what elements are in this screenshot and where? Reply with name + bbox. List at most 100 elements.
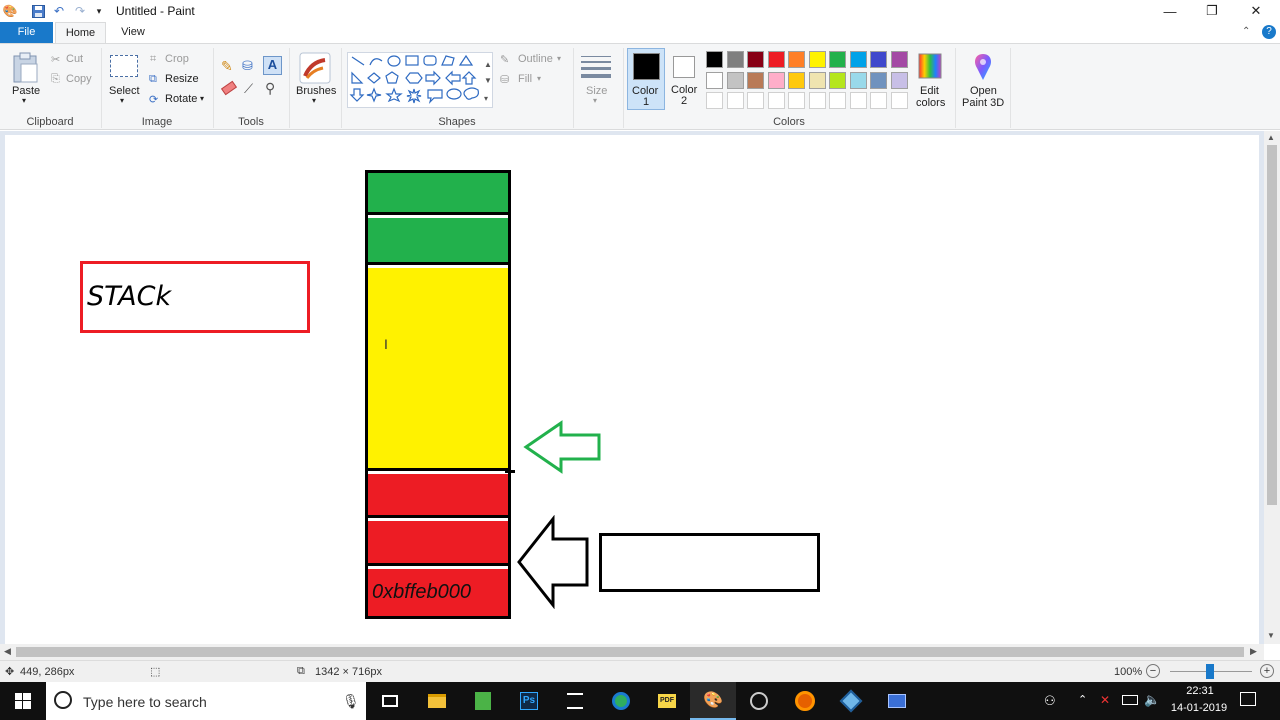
network-app-icon[interactable]	[874, 682, 920, 720]
edit-colors-icon[interactable]	[917, 52, 943, 80]
palette-swatch[interactable]	[829, 71, 846, 89]
cut-button[interactable]: Cut	[66, 53, 83, 65]
custom-color-slot[interactable]	[767, 92, 785, 109]
custom-color-slot[interactable]	[849, 92, 867, 109]
virtualbox-icon[interactable]	[828, 682, 874, 720]
rotate-dropdown-icon[interactable]: ▾	[200, 94, 204, 103]
brushes-dropdown-icon[interactable]: ▾	[312, 96, 316, 105]
palette-swatch[interactable]	[788, 51, 805, 68]
palette-swatch[interactable]	[726, 71, 744, 89]
tab-home[interactable]: Home	[55, 22, 106, 44]
save-icon[interactable]	[30, 3, 46, 19]
show-hidden-icons-icon[interactable]: ⌃	[1078, 693, 1087, 706]
customize-quick-access-icon[interactable]: ▾	[91, 3, 107, 19]
text-tool-icon[interactable]: A	[263, 56, 282, 75]
palette-swatch[interactable]	[747, 71, 764, 89]
collapse-ribbon-icon[interactable]: ⌃	[1242, 26, 1250, 37]
custom-color-slot[interactable]	[808, 92, 826, 109]
search-box[interactable]: Type here to search 🎙	[46, 682, 366, 720]
start-button[interactable]	[0, 682, 46, 720]
edge-icon[interactable]	[598, 682, 644, 720]
scroll-up-icon[interactable]: ▲	[1267, 133, 1275, 142]
paint-app-icon[interactable]: 🎨	[2, 3, 18, 19]
select-icon[interactable]	[110, 55, 138, 77]
crop-button[interactable]: Crop	[165, 53, 189, 65]
rotate-button[interactable]: Rotate	[165, 93, 197, 105]
brushes-icon[interactable]	[299, 52, 331, 84]
custom-color-slot[interactable]	[747, 92, 764, 109]
palette-swatch[interactable]	[788, 71, 805, 89]
horizontal-scroll-thumb[interactable]	[16, 647, 1244, 657]
palette-swatch[interactable]	[767, 51, 785, 68]
palette-swatch[interactable]	[870, 71, 887, 89]
select-dropdown-icon[interactable]: ▾	[120, 96, 124, 105]
clock-time[interactable]: 22:31	[1172, 685, 1228, 697]
volume-icon[interactable]: 🔈	[1144, 692, 1160, 708]
scroll-left-icon[interactable]: ◀	[4, 646, 11, 657]
fill-button[interactable]: Fill	[518, 73, 532, 85]
edit-colors-line1[interactable]: Edit	[920, 85, 939, 97]
palette-swatch[interactable]	[890, 51, 908, 68]
palette-swatch[interactable]	[890, 71, 908, 89]
paste-dropdown-icon[interactable]: ▾	[22, 96, 26, 105]
palette-swatch[interactable]	[849, 51, 867, 68]
palette-swatch[interactable]	[808, 71, 826, 89]
paint3d-icon[interactable]	[971, 52, 995, 82]
drawing-canvas[interactable]: STACk 0xbffeb000 I	[5, 135, 1259, 644]
photoshop-icon[interactable]: Ps	[506, 682, 552, 720]
microphone-icon[interactable]: 🎙	[342, 693, 360, 710]
zoom-slider-thumb[interactable]	[1206, 664, 1214, 679]
tab-view[interactable]: View	[110, 22, 156, 43]
custom-color-slot[interactable]	[870, 92, 887, 109]
file-explorer-icon[interactable]	[414, 682, 460, 720]
palette-swatch[interactable]	[706, 51, 723, 68]
magnifier-icon[interactable]: ⚲	[265, 80, 275, 97]
paste-icon[interactable]	[12, 52, 40, 84]
palette-swatch[interactable]	[808, 51, 826, 68]
restore-button[interactable]: ❐	[1190, 0, 1234, 22]
obs-icon[interactable]	[736, 682, 782, 720]
minimize-button[interactable]: —	[1148, 0, 1192, 22]
battery-icon[interactable]	[1122, 695, 1138, 705]
eraser-icon[interactable]	[220, 80, 238, 96]
calculator-icon[interactable]	[552, 682, 598, 720]
paint-taskbar-icon[interactable]: 🎨	[690, 682, 736, 720]
network-status-icon[interactable]: ✕	[1100, 693, 1110, 707]
scroll-right-icon[interactable]: ▶	[1250, 646, 1257, 657]
palette-swatch[interactable]	[726, 51, 744, 68]
firefox-icon[interactable]	[782, 682, 828, 720]
select-button[interactable]: Select	[109, 85, 140, 97]
resize-button[interactable]: Resize	[165, 73, 199, 85]
open-paint3d-line2[interactable]: Paint 3D	[962, 97, 1004, 109]
vertical-scroll-thumb[interactable]	[1267, 145, 1277, 505]
people-icon[interactable]: ⚇	[1044, 693, 1056, 709]
action-center-icon[interactable]	[1240, 692, 1256, 706]
custom-color-slot[interactable]	[706, 92, 723, 109]
outline-button[interactable]: Outline	[518, 53, 553, 65]
brushes-button[interactable]: Brushes	[296, 85, 336, 97]
shapes-gallery[interactable]: ▲ ▼ ▾	[347, 52, 493, 108]
zoom-in-button[interactable]: +	[1260, 664, 1274, 678]
redo-icon[interactable]: ↷	[72, 3, 88, 19]
task-view-icon[interactable]	[367, 682, 413, 720]
pencil-icon[interactable]: ✎	[221, 58, 233, 75]
clock-date[interactable]: 14-01-2019	[1168, 702, 1230, 714]
tab-file[interactable]: File	[0, 22, 53, 43]
help-icon[interactable]: ?	[1262, 25, 1276, 39]
palette-swatch[interactable]	[829, 51, 846, 68]
undo-icon[interactable]: ↶	[51, 3, 67, 19]
paste-button[interactable]: Paste	[12, 85, 40, 97]
custom-color-slot[interactable]	[726, 92, 744, 109]
fill-bucket-icon[interactable]: ⛁	[242, 58, 253, 74]
palette-swatch[interactable]	[706, 71, 723, 89]
custom-color-slot[interactable]	[829, 92, 846, 109]
close-button[interactable]: ✕	[1234, 0, 1278, 22]
palette-swatch[interactable]	[870, 51, 887, 68]
horizontal-scrollbar[interactable]: ◀ ▶	[0, 644, 1264, 660]
palette-swatch[interactable]	[747, 51, 764, 68]
copy-button[interactable]: Copy	[66, 73, 92, 85]
open-paint3d-line1[interactable]: Open	[970, 85, 997, 97]
notepad-icon[interactable]	[460, 682, 506, 720]
palette-swatch[interactable]	[767, 71, 785, 89]
color-picker-icon[interactable]: ⟋	[244, 81, 253, 97]
